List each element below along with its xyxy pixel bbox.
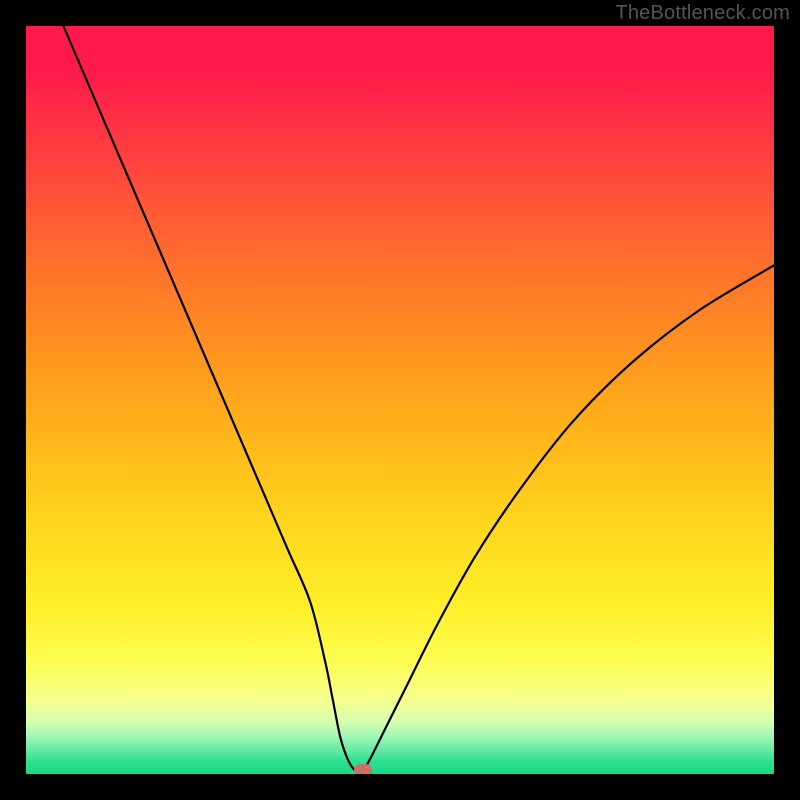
chart-frame: TheBottleneck.com (0, 0, 800, 800)
plot-area (26, 26, 774, 774)
minimum-marker (354, 764, 372, 774)
curve-svg (26, 26, 774, 774)
watermark-text: TheBottleneck.com (615, 2, 790, 25)
bottleneck-curve-path (63, 26, 774, 772)
